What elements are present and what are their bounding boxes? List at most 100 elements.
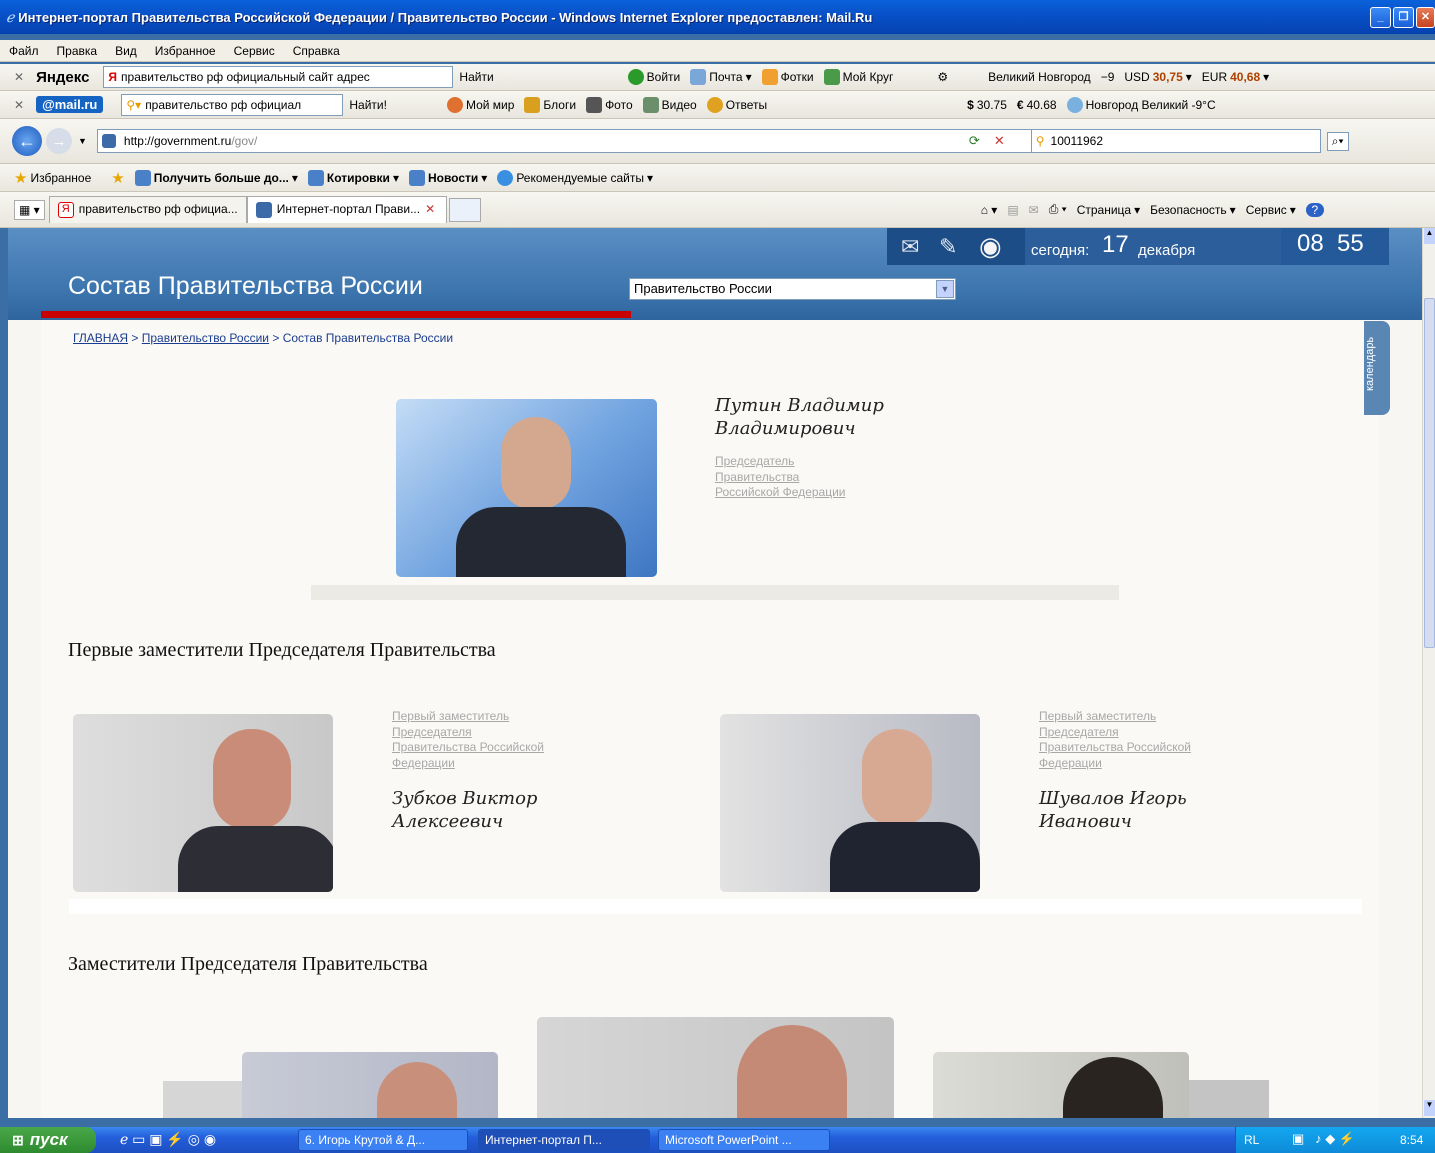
system-tray: RL ▣ ♪ ◆ ⚡ 8:54	[1235, 1127, 1435, 1153]
fav-item-news[interactable]: Новости ▾	[408, 169, 487, 186]
taskbar: ⊞ пуск ℯ ▭ ▣ ⚡ ◎ ◉ 6. Игорь Крутой & Д...…	[0, 1127, 1435, 1153]
refresh-button[interactable]: ⟳	[969, 133, 980, 149]
deputy-photo[interactable]	[933, 1052, 1189, 1118]
shuvalov-position[interactable]: Первый заместитель Председателя Правительс…	[1039, 709, 1191, 771]
safety-menu[interactable]: Безопасность ▾	[1150, 203, 1236, 217]
mailru-my-world[interactable]: Мой мир	[446, 96, 514, 113]
print-button[interactable]: ⎙ ▾	[1049, 202, 1067, 217]
deputy-photo[interactable]	[537, 1017, 894, 1118]
fav-item-quotes[interactable]: Котировки ▾	[307, 169, 399, 186]
mailru-answers[interactable]: Ответы	[706, 96, 767, 113]
yandex-toolbar: ✕ Яндекс Яправительство рф официальный с…	[0, 64, 1435, 91]
menu-tools[interactable]: Сервис	[234, 44, 275, 58]
start-button[interactable]: ⊞ пуск	[0, 1127, 96, 1153]
quick-tabs-button[interactable]: ▦ ▾	[14, 199, 45, 220]
task-internet-explorer[interactable]: Интернет-портал П...	[478, 1129, 650, 1151]
menu-edit[interactable]: Правка	[57, 44, 98, 58]
zubkov-photo[interactable]	[73, 714, 333, 892]
yandex-weather[interactable]: −9	[1101, 70, 1115, 84]
menu-view[interactable]: Вид	[115, 44, 137, 58]
scroll-thumb[interactable]	[1424, 298, 1435, 648]
new-tab-button[interactable]	[448, 197, 481, 222]
close-toolbar-icon[interactable]: ✕	[14, 70, 24, 84]
search-go-icon[interactable]: ⌕▾	[1326, 131, 1349, 151]
stop-button[interactable]: ✕	[994, 133, 1005, 149]
blogs-icon	[524, 96, 541, 113]
address-input[interactable]: http://government.ru/gov/	[96, 129, 1079, 153]
zubkov-name[interactable]: Зубков Виктор Алексеевич	[392, 787, 537, 833]
mailru-logo[interactable]: @mail.ru	[36, 96, 104, 113]
fav-item-get-more[interactable]: Получить больше до... ▾	[134, 169, 298, 186]
mailru-usd[interactable]: $30.75	[967, 98, 1007, 112]
mailru-video[interactable]: Видео	[642, 96, 697, 113]
mailru-weather[interactable]: Новгород Великий -9°C	[1066, 96, 1216, 113]
scroll-up-arrow-icon[interactable]: ▲	[1424, 228, 1435, 244]
yandex-my-circle[interactable]: Мой Круг	[823, 69, 893, 85]
chairman-photo[interactable]	[396, 399, 657, 577]
tab-government-portal[interactable]: Интернет-портал Прави... ✕	[246, 196, 447, 223]
help-icon[interactable]: ?	[1305, 202, 1324, 217]
search-provider-icon: ⚲	[1035, 134, 1045, 148]
yandex-find-button[interactable]: Найти	[459, 70, 493, 84]
minimize-button[interactable]: _	[1370, 7, 1391, 28]
yandex-search-input[interactable]: Яправительство рф официальный сайт адрес	[103, 66, 454, 88]
yandex-eur[interactable]: EUR 40,68 ▾	[1202, 70, 1269, 84]
settings-gear-icon[interactable]: ⚙	[937, 70, 948, 84]
task-powerpoint[interactable]: Microsoft PowerPoint ...	[658, 1129, 830, 1151]
shuvalov-name[interactable]: Шувалов Игорь Иванович	[1039, 787, 1187, 833]
mailru-search-input[interactable]: ⚲▾ правительство рф официал	[121, 93, 344, 116]
close-tab-icon[interactable]: ✕	[425, 202, 435, 218]
home-button[interactable]: ⌂ ▾	[981, 203, 998, 217]
mailru-find-button[interactable]: Найти!	[349, 98, 387, 112]
menu-file[interactable]: Файл	[9, 44, 39, 58]
page-menu[interactable]: Страница ▾	[1077, 203, 1140, 217]
portrait-face	[501, 417, 571, 509]
feeds-icon[interactable]: ▤	[1007, 203, 1018, 217]
add-favorite-icon[interactable]: ★	[111, 169, 124, 187]
menu-favorites[interactable]: Избранное	[155, 44, 216, 58]
camera-icon	[586, 96, 603, 113]
chairman-position[interactable]: Председатель Правительства Российской Феде…	[715, 454, 846, 501]
close-button[interactable]: ✕	[1416, 7, 1435, 28]
favorites-button[interactable]: ★ Избранное	[14, 169, 91, 187]
search-input[interactable]: ⚲ 10011962	[1030, 129, 1321, 153]
envelope-icon[interactable]: ✉	[901, 234, 919, 260]
mailru-blogs[interactable]: Блоги	[524, 96, 576, 113]
quick-launch-icons[interactable]: ℯ ▭ ▣ ⚡ ◎ ◉	[120, 1131, 216, 1148]
close-mailru-toolbar-icon[interactable]: ✕	[14, 98, 24, 112]
menu-help[interactable]: Справка	[293, 44, 340, 58]
language-indicator[interactable]: RL	[1244, 1133, 1259, 1147]
scroll-down-arrow-icon[interactable]: ▼	[1424, 1100, 1435, 1116]
deputy-photo[interactable]	[242, 1052, 498, 1118]
restore-button[interactable]: ❐	[1393, 7, 1414, 28]
deputy-photo[interactable]	[163, 1081, 253, 1118]
tray-icons[interactable]: ▣ ♪ ◆ ⚡	[1292, 1131, 1355, 1147]
yandex-login[interactable]: Войти	[627, 69, 680, 85]
yandex-city[interactable]: Великий Новгород	[988, 70, 1091, 84]
zubkov-position[interactable]: Первый заместитель Председателя Правительс…	[392, 709, 544, 771]
eye-icon[interactable]: ◉	[979, 231, 1002, 262]
breadcrumb-government[interactable]: Правительство России	[142, 331, 269, 345]
mailru-photo[interactable]: Фото	[586, 96, 633, 113]
back-button[interactable]: ←	[12, 126, 42, 156]
forward-button[interactable]: →	[46, 128, 72, 154]
fav-item-recommended[interactable]: Рекомендуемые сайты ▾	[497, 169, 653, 186]
yandex-mail[interactable]: Почта ▾	[690, 69, 752, 85]
yandex-photos[interactable]: Фотки	[761, 69, 814, 85]
tools-menu[interactable]: Сервис ▾	[1246, 203, 1296, 217]
vertical-scrollbar[interactable]: ▲ ▼	[1422, 228, 1435, 1118]
deputy-photo[interactable]	[1189, 1080, 1269, 1118]
breadcrumb-home[interactable]: ГЛАВНАЯ	[73, 331, 128, 345]
mail-icon[interactable]: ✎	[939, 234, 957, 260]
tab-yandex-search[interactable]: Яправительство рф официа...	[48, 196, 247, 223]
task-music[interactable]: 6. Игорь Крутой & Д...	[298, 1129, 468, 1151]
read-mail-icon[interactable]: ✉	[1029, 203, 1039, 217]
yandex-usd[interactable]: USD 30,75 ▾	[1124, 70, 1191, 84]
chairman-name[interactable]: Путин Владимир Владимирович	[715, 394, 884, 440]
mailru-eur[interactable]: €40.68	[1017, 98, 1057, 112]
shuvalov-photo[interactable]	[720, 714, 980, 892]
history-dropdown-icon[interactable]: ▼	[78, 136, 87, 146]
yandex-logo[interactable]: Яндекс	[36, 69, 89, 86]
calendar-tab[interactable]: календарь	[1364, 321, 1390, 415]
government-select[interactable]: Правительство России ▼	[629, 278, 956, 300]
